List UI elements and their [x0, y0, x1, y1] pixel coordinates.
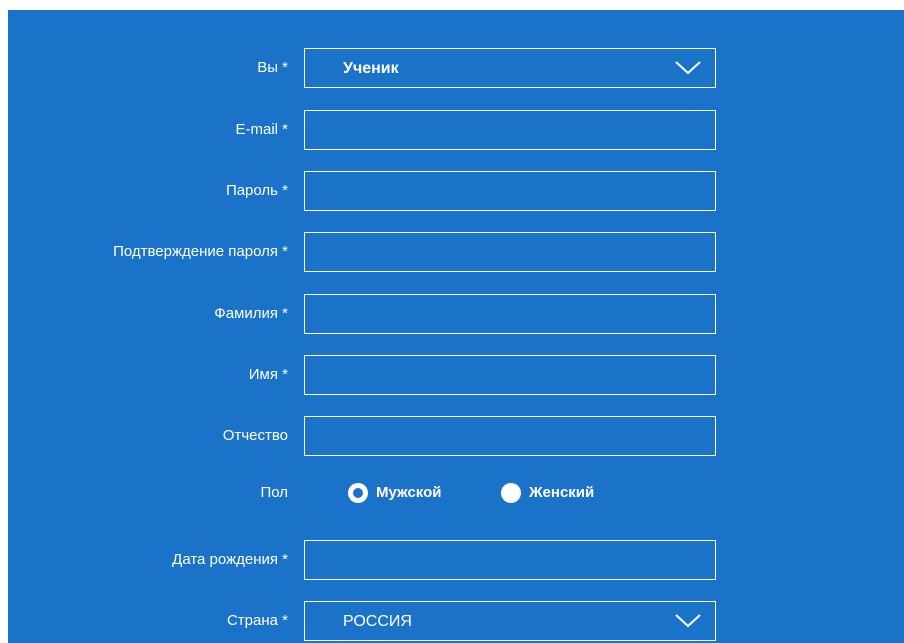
- last-name-field[interactable]: [304, 294, 716, 334]
- birth-date-field[interactable]: [304, 540, 716, 580]
- email-field[interactable]: [304, 110, 716, 150]
- first-name-label: Имя *: [248, 366, 288, 383]
- radio-unchecked-icon: [501, 483, 521, 503]
- gender-row: Пол Мужской Женский: [8, 473, 904, 513]
- email-label: E-mail *: [235, 121, 288, 138]
- country-select-value: РОССИЯ: [343, 613, 412, 630]
- radio-checked-icon: [348, 483, 368, 503]
- middle-name-label: Отчество: [222, 427, 288, 444]
- country-label: Страна *: [226, 612, 288, 629]
- role-select[interactable]: Ученик: [304, 48, 716, 88]
- gender-radio-female-label: Женский: [529, 484, 595, 501]
- country-select[interactable]: РОССИЯ: [304, 601, 716, 641]
- password-label: Пароль *: [225, 182, 288, 199]
- password-row: Пароль *: [8, 171, 904, 211]
- registration-form: Вы * Ученик E-mail * Пароль * Подтвержде…: [8, 10, 904, 643]
- country-row: Страна * РОССИЯ: [8, 601, 904, 641]
- email-row: E-mail *: [8, 110, 904, 150]
- middle-name-row: Отчество: [8, 416, 904, 456]
- gender-radio-male-label: Мужской: [376, 484, 442, 501]
- role-select-value: Ученик: [343, 60, 399, 77]
- birth-date-label: Дата рождения *: [172, 551, 288, 568]
- gender-label: Пол: [260, 484, 288, 501]
- chevron-down-icon: [675, 61, 701, 75]
- last-name-row: Фамилия *: [8, 294, 904, 334]
- first-name-field[interactable]: [304, 355, 716, 395]
- chevron-down-icon: [675, 614, 701, 628]
- password-field[interactable]: [304, 171, 716, 211]
- birth-date-row: Дата рождения *: [8, 540, 904, 580]
- password-confirm-row: Подтверждение пароля *: [8, 232, 904, 272]
- last-name-label: Фамилия *: [214, 305, 288, 322]
- first-name-row: Имя *: [8, 355, 904, 395]
- password-confirm-label: Подтверждение пароля *: [113, 243, 288, 260]
- role-label: Вы *: [257, 59, 288, 76]
- password-confirm-field[interactable]: [304, 232, 716, 272]
- middle-name-field[interactable]: [304, 416, 716, 456]
- role-row: Вы * Ученик: [8, 48, 904, 88]
